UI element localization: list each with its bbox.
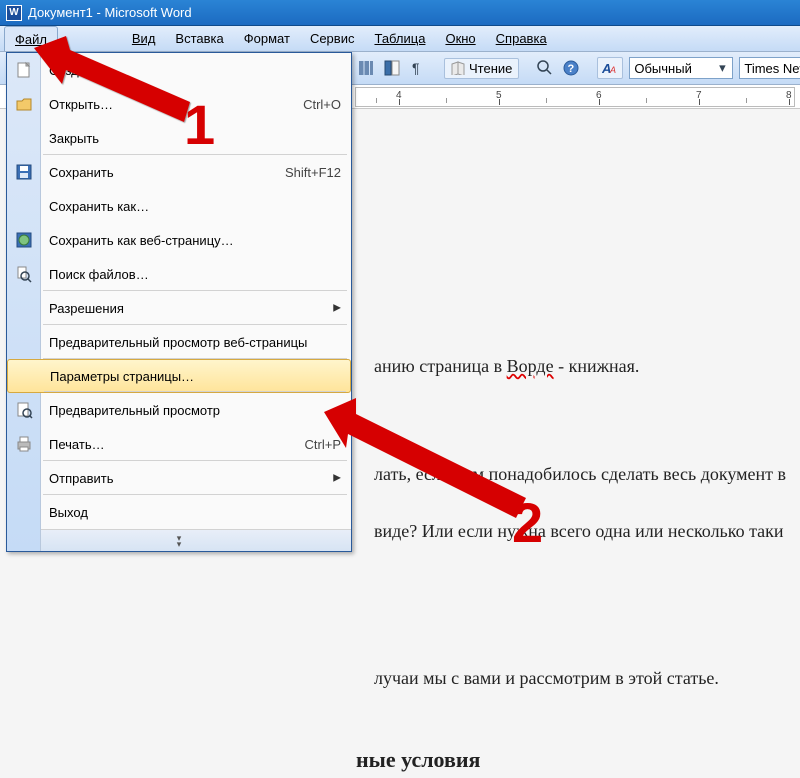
file-menu-close[interactable]: Закрыть	[7, 121, 351, 155]
menu-view[interactable]: Вид	[122, 26, 166, 51]
zoom-dropdown[interactable]	[535, 56, 555, 80]
style-combo[interactable]: Обычный ▾	[629, 57, 733, 79]
svg-text:¶: ¶	[412, 60, 420, 76]
menu-bar: Файл Правка Вид Вставка Формат Сервис Та…	[0, 26, 800, 52]
font-combo[interactable]: Times New R	[739, 57, 800, 79]
menu-window[interactable]: Окно	[435, 26, 485, 51]
file-menu-print-preview[interactable]: Предварительный просмотр	[7, 393, 351, 427]
svg-text:?: ?	[568, 63, 575, 75]
style-aa-icon: AA	[602, 60, 618, 76]
file-menu-web-preview[interactable]: Предварительный просмотр веб-страницы	[7, 325, 351, 359]
chevron-double-down-icon: ▾▾	[177, 535, 182, 547]
title-bar: W Документ1 - Microsoft Word	[0, 0, 800, 26]
file-menu-open[interactable]: Открыть… Ctrl+O	[7, 87, 351, 121]
chevron-down-icon: ▾	[714, 60, 730, 76]
submenu-arrow-icon: ▶	[333, 473, 341, 484]
open-folder-icon	[13, 93, 35, 115]
file-search-icon	[13, 263, 35, 285]
file-menu-send[interactable]: Отправить ▶	[7, 461, 351, 495]
window-title: Документ1 - Microsoft Word	[28, 5, 192, 20]
document-text: лучаи мы с вами и рассмотрим в этой стат…	[356, 636, 800, 721]
docmap-icon	[383, 59, 401, 77]
reading-label: Чтение	[469, 61, 512, 76]
menu-format[interactable]: Формат	[234, 26, 300, 51]
file-menu-exit[interactable]: Выход	[7, 495, 351, 529]
file-menu-save[interactable]: Сохранить Shift+F12	[7, 155, 351, 189]
ruler-tick: 6	[596, 90, 602, 101]
file-menu-permissions[interactable]: Разрешения ▶	[7, 291, 351, 325]
file-menu-dropdown: Создать… Открыть… Ctrl+O Закрыть Сохрани…	[6, 52, 352, 552]
new-doc-icon	[13, 59, 35, 81]
menu-table[interactable]: Таблица	[364, 26, 435, 51]
horizontal-ruler[interactable]: 4 5 6 7 8	[355, 87, 795, 107]
file-menu-new[interactable]: Создать…	[7, 53, 351, 87]
book-icon	[451, 61, 465, 75]
ruler-tick: 4	[396, 90, 402, 101]
document-text: анию страница в Ворде - книжная.	[356, 324, 800, 409]
reading-layout-button[interactable]: Чтение	[444, 58, 519, 79]
menu-file[interactable]: Файл	[4, 26, 58, 51]
file-menu-save-as-web[interactable]: Сохранить как веб-страницу…	[7, 223, 351, 257]
file-menu-print[interactable]: Печать… Ctrl+P	[7, 427, 351, 461]
ruler-tick: 5	[496, 90, 502, 101]
document-body[interactable]: анию страница в Ворде - книжная. лать, е…	[356, 134, 800, 778]
help-icon: ?	[562, 59, 580, 77]
print-icon	[13, 433, 35, 455]
menu-tools[interactable]: Сервис	[300, 26, 365, 51]
columns-button[interactable]	[356, 56, 376, 80]
menu-insert[interactable]: Вставка	[165, 26, 233, 51]
submenu-arrow-icon: ▶	[333, 303, 341, 314]
document-heading: ные условия	[356, 743, 800, 778]
annotation-step-2: 2	[512, 490, 543, 555]
svg-text:A: A	[609, 65, 616, 75]
file-menu-page-setup[interactable]: Параметры страницы…	[7, 359, 351, 393]
document-map-button[interactable]	[382, 56, 402, 80]
styles-button[interactable]: AA	[597, 57, 623, 79]
font-combo-value: Times New R	[744, 61, 800, 76]
file-menu-expand[interactable]: ▾▾	[7, 529, 351, 551]
pilcrow-icon: ¶	[409, 59, 427, 77]
file-menu-file-search[interactable]: Поиск файлов…	[7, 257, 351, 291]
help-button[interactable]: ?	[561, 56, 581, 80]
menu-help[interactable]: Справка	[486, 26, 557, 51]
document-text: лать, если нам понадобилось сделать весь…	[356, 431, 800, 573]
word-app-icon: W	[6, 5, 22, 21]
print-preview-icon	[13, 399, 35, 421]
save-icon	[13, 161, 35, 183]
style-combo-value: Обычный	[634, 61, 714, 76]
file-menu-save-as[interactable]: Сохранить как…	[7, 189, 351, 223]
ruler-tick: 8	[786, 90, 792, 101]
save-web-icon	[13, 229, 35, 251]
annotation-step-1: 1	[184, 92, 215, 157]
magnifier-icon	[536, 59, 554, 77]
ruler-tick: 7	[696, 90, 702, 101]
menu-edit[interactable]: Правка	[58, 26, 122, 51]
paragraph-marks-button[interactable]: ¶	[408, 56, 428, 80]
columns-icon	[357, 59, 375, 77]
